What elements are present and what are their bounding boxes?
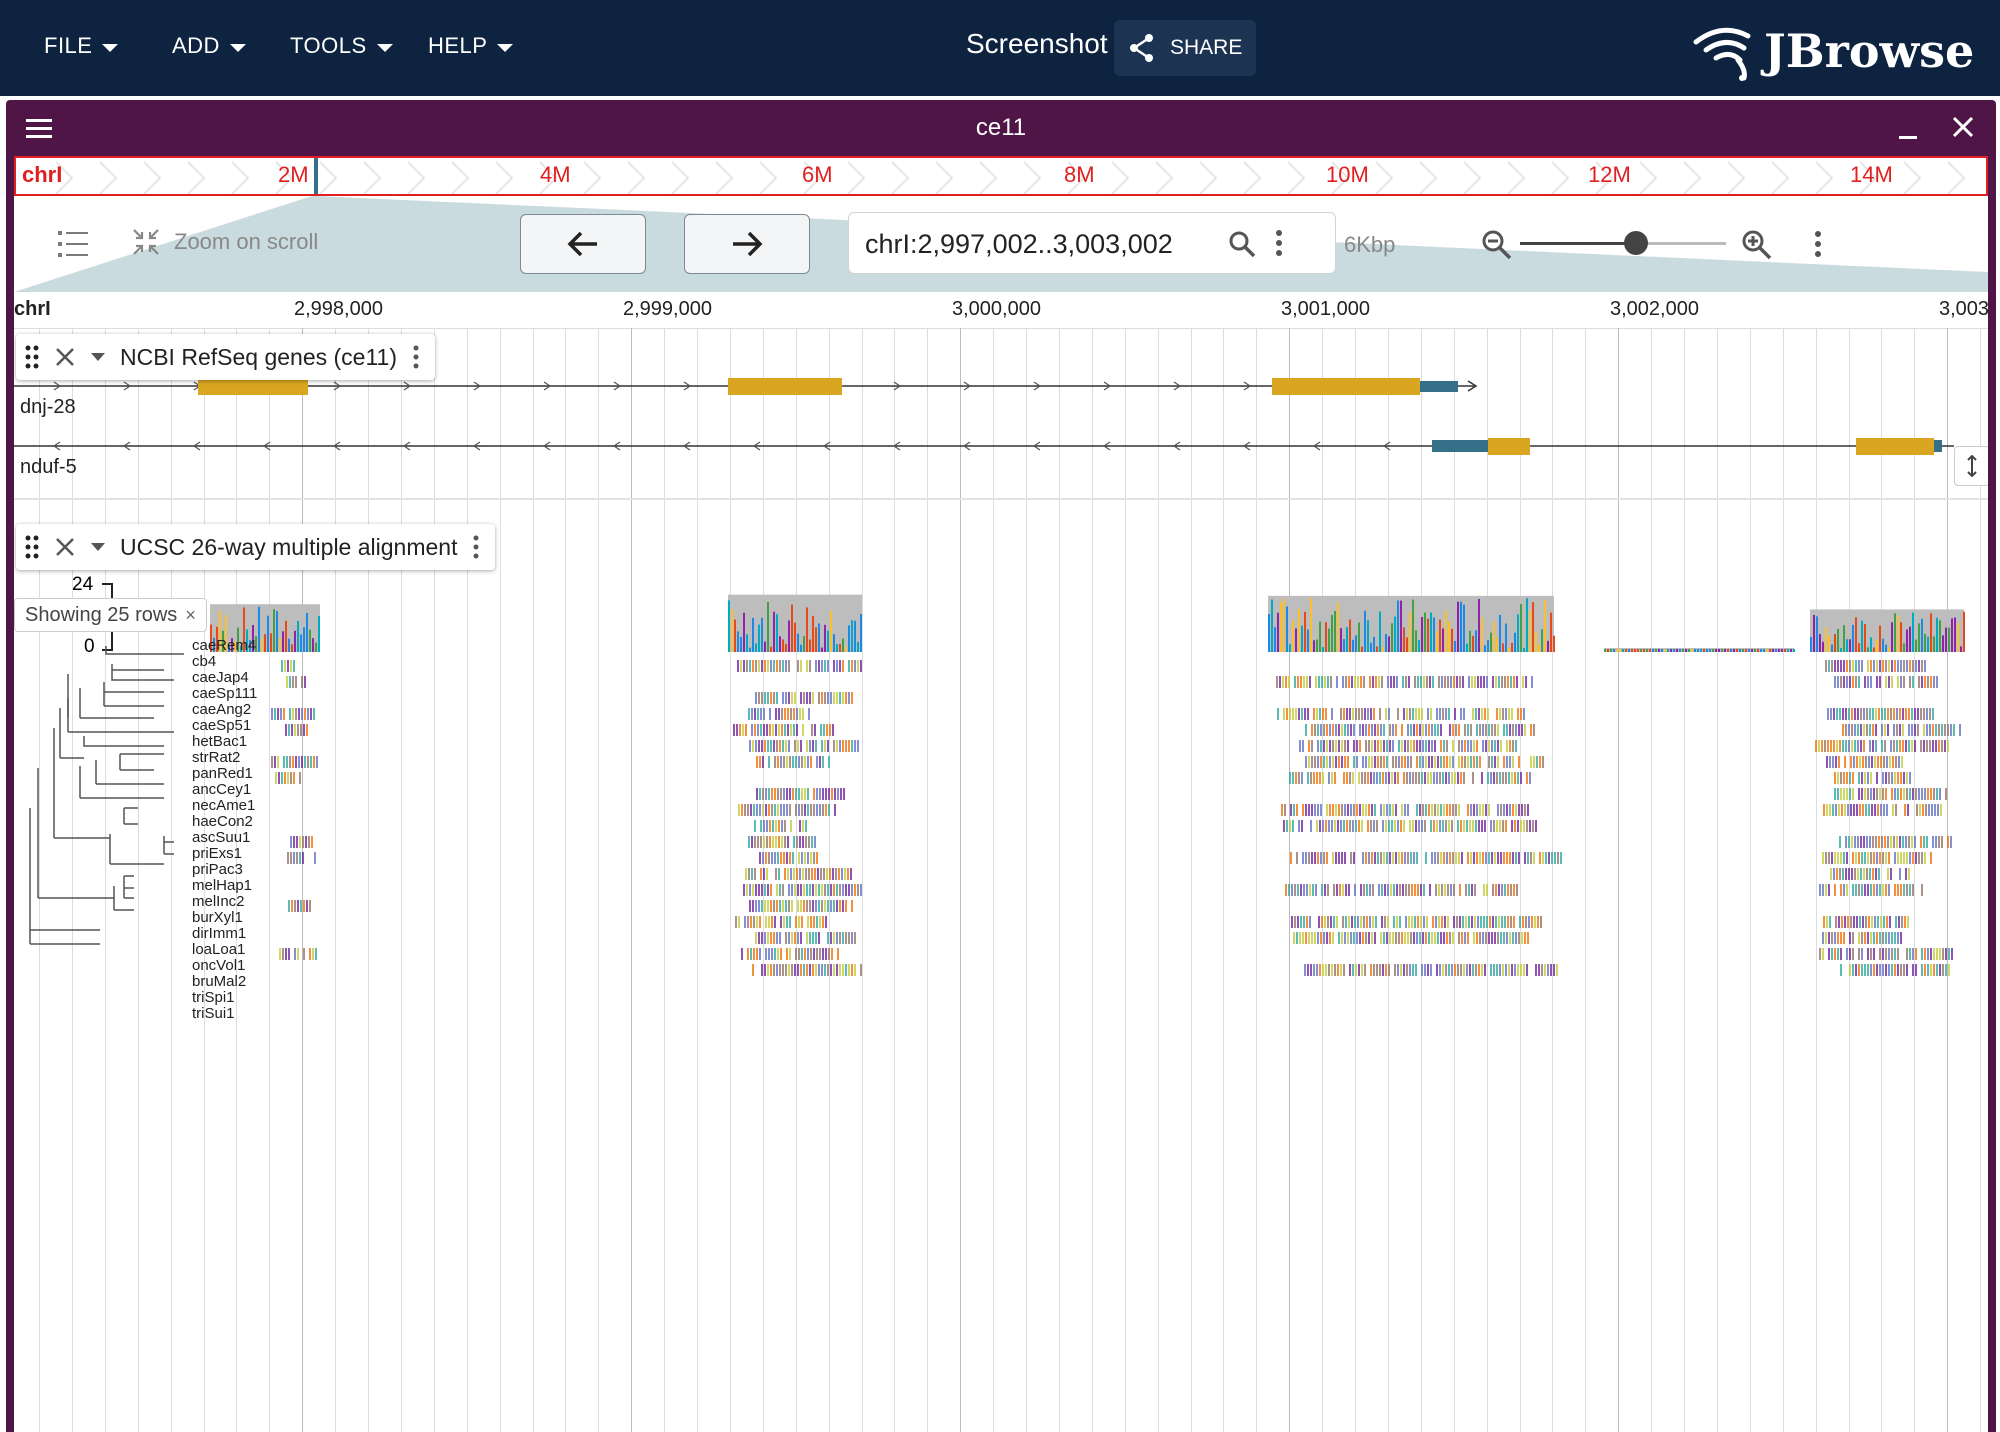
- chevron-down-icon: [376, 44, 393, 52]
- track-menu-icon[interactable]: [471, 534, 481, 560]
- zoom-slider-thumb[interactable]: [1624, 231, 1648, 255]
- chevron-down-icon: [229, 44, 246, 52]
- species-label: caeRem4: [192, 637, 257, 654]
- zoom-in-icon[interactable]: [1740, 228, 1774, 262]
- zoom-on-scroll-toggle[interactable]: Zoom on scroll: [130, 226, 318, 258]
- close-chip-icon[interactable]: ×: [185, 605, 196, 626]
- help-menu-label: HELP: [428, 33, 488, 58]
- linear-genome-view: ce11 chrI 2M 4M 6M 8M 10M 12M 14M Zoom o…: [6, 100, 1996, 1432]
- chevron-down-icon: [497, 44, 514, 52]
- drag-handle-icon[interactable]: [24, 534, 40, 560]
- ruler-tick-label: 3,002,000: [1610, 298, 1699, 320]
- jbrowse-logo-icon: [1693, 27, 1751, 81]
- share-button[interactable]: SHARE: [1114, 20, 1256, 76]
- ruler-tick-label: 3,000,000: [952, 298, 1041, 320]
- nduf-5-utr: [1432, 440, 1488, 452]
- track-selector-icon[interactable]: [56, 228, 90, 260]
- overview-tick-label: 12M: [1588, 162, 1631, 187]
- overview-tick-label: 6M: [802, 162, 833, 187]
- alignment-track-label: UCSC 26-way multiple alignment: [16, 524, 496, 570]
- conservation-coverage: [210, 594, 1965, 652]
- drag-handle-icon[interactable]: [24, 344, 40, 370]
- more-vert-icon[interactable]: [1273, 227, 1285, 259]
- rows-count-chip[interactable]: Showing 25 rows ×: [14, 598, 207, 632]
- zoom-slider-track: [1520, 242, 1635, 245]
- scroll-right-button[interactable]: [684, 214, 810, 274]
- arrow-right-icon: [733, 231, 763, 257]
- chevron-down-icon: [102, 44, 119, 52]
- alignment-track-title: UCSC 26-way multiple alignment: [120, 533, 458, 560]
- arrow-left-icon: [567, 231, 597, 257]
- track-divider: [14, 498, 1988, 500]
- nduf-5-cds-2: [1856, 438, 1934, 455]
- view-controls: Zoom on scroll 6Kbp: [14, 196, 1988, 292]
- close-view-icon[interactable]: [1950, 114, 1976, 140]
- collapse-track-icon[interactable]: [90, 351, 106, 363]
- rows-count-text: Showing 25 rows: [25, 603, 178, 626]
- scroll-left-button[interactable]: [520, 214, 646, 274]
- file-menu-label: FILE: [44, 33, 93, 58]
- session-name[interactable]: Screenshot: [966, 28, 1108, 60]
- gene-track-title: NCBI RefSeq genes (ce11): [120, 343, 397, 370]
- gene-label-dnj-28[interactable]: dnj-28: [20, 396, 76, 419]
- overview-tick-label: 10M: [1326, 162, 1369, 187]
- bp-per-view-label: 6Kbp: [1344, 232, 1396, 257]
- zoom-out-icon[interactable]: [1480, 228, 1514, 262]
- close-track-icon[interactable]: [54, 346, 76, 368]
- gene-label-nduf-5[interactable]: nduf-5: [20, 456, 77, 479]
- jbrowse-logo: JBrowse: [1692, 20, 1974, 82]
- overview-tick-label: 14M: [1850, 162, 1893, 187]
- ruler-chrom-label: chrI: [14, 298, 51, 320]
- help-menu[interactable]: HELP: [428, 24, 514, 68]
- location-input[interactable]: [863, 225, 1227, 263]
- gene-track-label: NCBI RefSeq genes (ce11): [16, 334, 435, 380]
- tools-menu-label: TOOLS: [290, 33, 367, 58]
- search-icon[interactable]: [1227, 229, 1257, 259]
- overview-chevrons: [55, 158, 1966, 194]
- tracks-area: NCBI RefSeq genes (ce11) dnj-28 nduf-5 U…: [14, 328, 1988, 1432]
- track-resize-handle[interactable]: [1954, 446, 1988, 486]
- bp-ruler[interactable]: chrI 2,998,000 2,999,000 3,000,000 3,001…: [14, 292, 1990, 329]
- collapse-track-icon[interactable]: [90, 541, 106, 553]
- tools-menu[interactable]: TOOLS: [290, 24, 393, 68]
- ruler-tick-label: 2,998,000: [294, 298, 383, 320]
- zoom-slider[interactable]: [1520, 231, 1726, 255]
- add-menu-label: ADD: [172, 33, 220, 58]
- overview-tick-label: 4M: [540, 162, 571, 187]
- alignment-blocks: [271, 660, 1961, 976]
- location-search-box: [848, 212, 1336, 274]
- ruler-tick-label: 2,999,000: [623, 298, 712, 320]
- dnj-28-cds-1: [198, 378, 308, 395]
- add-menu[interactable]: ADD: [172, 24, 246, 68]
- ruler-tick-label: 3,003: [1939, 298, 1990, 320]
- app-bar: FILE ADD TOOLS HELP Screenshot SHARE JBr…: [0, 0, 2000, 96]
- dnj-28-cds-2: [728, 378, 842, 395]
- track-menu-icon[interactable]: [411, 344, 421, 370]
- overview-chrom-label: chrI: [22, 162, 63, 187]
- close-track-icon[interactable]: [54, 536, 76, 558]
- zoom-on-scroll-label: Zoom on scroll: [174, 229, 319, 254]
- vertical-resize-icon: [1967, 455, 1977, 477]
- file-menu[interactable]: FILE: [44, 24, 119, 68]
- overview-ruler[interactable]: chrI 2M 4M 6M 8M 10M 12M 14M: [14, 156, 1988, 196]
- view-menu-icon[interactable]: [1812, 228, 1824, 260]
- view-body: chrI 2M 4M 6M 8M 10M 12M 14M Zoom on scr…: [14, 156, 1990, 1432]
- overview-tick-label: 8M: [1064, 162, 1095, 187]
- compress-icon: [133, 229, 159, 255]
- view-header: ce11: [6, 100, 1996, 156]
- overview-viewport-marker: [314, 158, 318, 194]
- dnj-28-cds-3: [1272, 378, 1420, 395]
- share-label: SHARE: [1170, 36, 1243, 59]
- nduf-5-cds-1: [1488, 438, 1530, 455]
- view-title: ce11: [975, 114, 1027, 141]
- share-icon: [1130, 34, 1153, 62]
- minimize-icon[interactable]: [1896, 120, 1920, 140]
- dnj-28-utr: [1420, 381, 1458, 392]
- overview-tick-label: 2M: [278, 162, 309, 187]
- logo-text: JBrowse: [1764, 24, 1975, 78]
- ruler-tick-label: 3,001,000: [1281, 298, 1370, 320]
